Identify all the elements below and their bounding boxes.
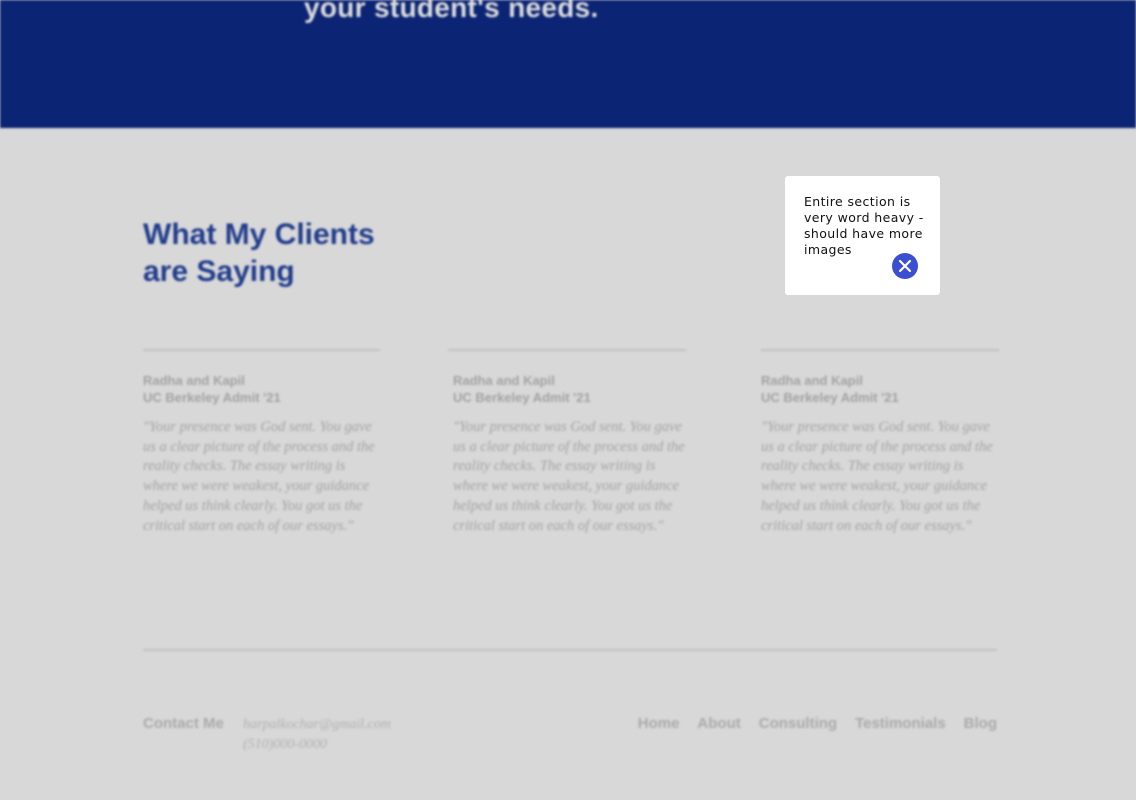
testimonial-quote: "Your presence was God sent. You gave us… (143, 419, 375, 534)
comment-text: Entire section is very word heavy - shou… (804, 194, 924, 257)
footer-nav: Home About Consulting Testimonials Blog (638, 715, 997, 732)
close-icon (898, 259, 912, 273)
footer-nav-about[interactable]: About (697, 715, 740, 732)
testimonial-name: Radha and Kapil (453, 373, 555, 388)
card-divider (448, 349, 686, 351)
section-title: What My Clients are Saying (143, 218, 375, 288)
hero-banner: your student's needs. (0, 0, 1136, 128)
footer-divider (143, 649, 997, 651)
testimonial-card: Radha and Kapil UC Berkeley Admit '21 "Y… (761, 372, 1001, 536)
card-divider (761, 349, 999, 351)
comment-popup: Entire section is very word heavy - shou… (785, 176, 940, 295)
footer-nav-blog[interactable]: Blog (964, 715, 997, 732)
footer-contact-label: Contact Me (143, 715, 224, 732)
footer-nav-consulting[interactable]: Consulting (759, 715, 837, 732)
testimonial-subtitle: UC Berkeley Admit '21 (143, 390, 281, 405)
testimonial-card: Radha and Kapil UC Berkeley Admit '21 "Y… (453, 372, 693, 536)
footer-email[interactable]: harpalkochar@gmail.com (243, 715, 391, 735)
card-divider (143, 349, 380, 351)
testimonial-name: Radha and Kapil (143, 373, 245, 388)
testimonial-subtitle: UC Berkeley Admit '21 (761, 390, 899, 405)
footer-nav-testimonials[interactable]: Testimonials (855, 715, 946, 732)
testimonial-quote: "Your presence was God sent. You gave us… (453, 419, 685, 534)
testimonial-quote: "Your presence was God sent. You gave us… (761, 419, 993, 534)
testimonial-name: Radha and Kapil (761, 373, 863, 388)
hero-text: your student's needs. (304, 0, 599, 23)
footer-nav-home[interactable]: Home (638, 715, 680, 732)
testimonial-subtitle: UC Berkeley Admit '21 (453, 390, 591, 405)
footer-contact-info: harpalkochar@gmail.com (510)000-0000 (243, 715, 391, 755)
testimonial-card: Radha and Kapil UC Berkeley Admit '21 "Y… (143, 372, 383, 536)
close-comment-button[interactable] (892, 253, 918, 279)
footer-phone: (510)000-0000 (243, 737, 327, 752)
